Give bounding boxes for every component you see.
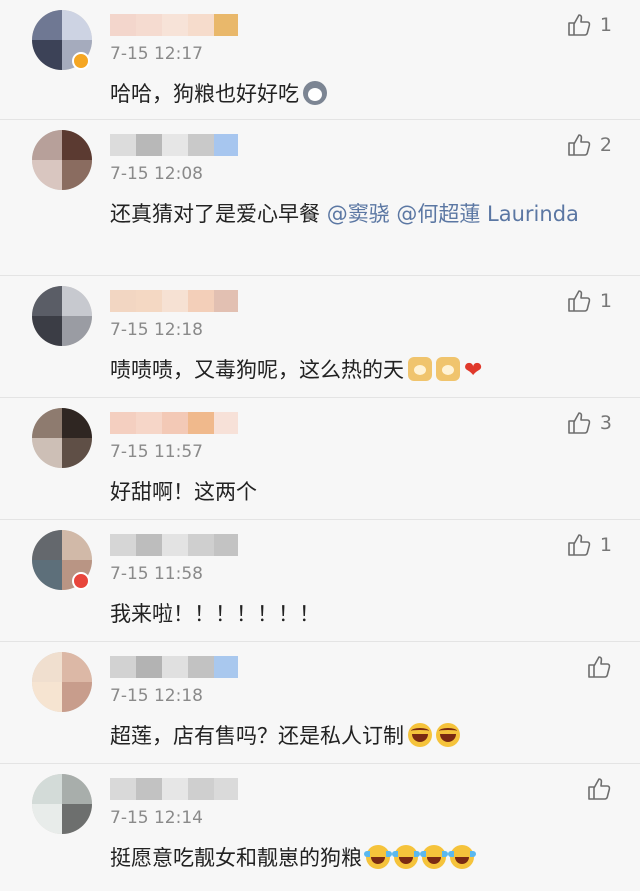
laugh-emoji	[408, 723, 432, 747]
thumbs-up-icon	[568, 534, 591, 556]
like-button[interactable]: 1	[566, 532, 612, 558]
username-blurred[interactable]	[110, 290, 238, 312]
username-blurred[interactable]	[110, 412, 238, 434]
like-button[interactable]	[586, 654, 612, 680]
thumbs-up-icon	[568, 412, 591, 434]
username-blurred[interactable]	[110, 134, 238, 156]
avatar[interactable]	[32, 408, 92, 468]
heart-emoji	[464, 353, 488, 389]
laugh-cry-emoji	[448, 845, 476, 869]
comment-text-segment: 好甜啊！这两个	[110, 480, 257, 504]
username-blurred[interactable]	[110, 534, 238, 556]
like-button[interactable]: 1	[566, 288, 612, 314]
comment-text: 我来啦！！！！！！！	[110, 596, 590, 632]
comment-text-segment: 啧啧啧，又毒狗呢，这么热的天	[110, 358, 404, 382]
thumbs-up-icon	[568, 290, 591, 312]
like-count: 1	[599, 290, 612, 312]
like-button[interactable]	[586, 776, 612, 802]
thumbs-up-icon	[568, 134, 591, 156]
user-mention-link[interactable]: @何超蓮 Laurinda	[396, 202, 579, 226]
verified-badge-icon	[72, 52, 90, 70]
comment-time: 7-15 12:08	[110, 164, 203, 184]
comment-text-segment: 超莲，店有售吗？还是私人订制	[110, 724, 404, 748]
comment-item: 7-15 11:58 我来啦！！！！！！！ 1	[0, 520, 640, 642]
comment-time: 7-15 12:18	[110, 686, 203, 706]
comment-text-segment: 我来啦！！！！！！！	[110, 602, 320, 626]
like-button[interactable]: 1	[566, 12, 612, 38]
thumbs-up-icon	[588, 656, 611, 678]
comment-text: 挺愿意吃靓女和靓崽的狗粮	[110, 840, 590, 876]
comment-item: 7-15 12:18 啧啧啧，又毒狗呢，这么热的天 1	[0, 276, 640, 398]
thumbs-up-icon	[568, 14, 591, 36]
dog-face-emoji	[303, 81, 327, 105]
comment-time: 7-15 12:14	[110, 808, 203, 828]
avatar[interactable]	[32, 774, 92, 834]
like-count: 2	[599, 134, 612, 156]
comment-time: 7-15 11:58	[110, 564, 203, 584]
avatar[interactable]	[32, 286, 92, 346]
comment-text: 超莲，店有售吗？还是私人订制	[110, 718, 590, 754]
comment-text-segment: 哈哈，狗粮也好好吃	[110, 82, 299, 106]
thumbs-up-icon	[588, 778, 611, 800]
comment-text: 好甜啊！这两个	[110, 474, 590, 510]
username-blurred[interactable]	[110, 14, 238, 36]
comment-text-segment: 还真猜对了是爱心早餐	[110, 202, 327, 226]
like-button[interactable]: 3	[566, 410, 612, 436]
laugh-cry-emoji	[392, 845, 420, 869]
like-count: 1	[599, 14, 612, 36]
comment-text-segment: 挺愿意吃靓女和靓崽的狗粮	[110, 846, 362, 870]
comment-text: 还真猜对了是爱心早餐 @窦骁 @何超蓮 Laurinda	[110, 196, 590, 232]
avatar[interactable]	[32, 130, 92, 190]
verified-badge-icon	[72, 572, 90, 590]
comment-text: 啧啧啧，又毒狗呢，这么热的天	[110, 352, 590, 389]
comment-item: 7-15 12:14 挺愿意吃靓女和靓崽的狗粮	[0, 764, 640, 891]
avatar[interactable]	[32, 652, 92, 712]
comment-time: 7-15 12:17	[110, 44, 203, 64]
comment-item: 7-15 12:17 哈哈，狗粮也好好吃 1	[0, 0, 640, 120]
like-count: 3	[599, 412, 612, 434]
comment-text: 哈哈，狗粮也好好吃	[110, 76, 590, 112]
comment-item: 7-15 12:08 还真猜对了是爱心早餐 @窦骁 @何超蓮 Laurinda 2	[0, 120, 640, 276]
laugh-cry-emoji	[420, 845, 448, 869]
like-button[interactable]: 2	[566, 132, 612, 158]
like-count: 1	[599, 534, 612, 556]
comment-time: 7-15 12:18	[110, 320, 203, 340]
comment-list: 7-15 12:17 哈哈，狗粮也好好吃 1 7-15 12:08 还真猜对了是爱心早餐…	[0, 0, 640, 891]
doge-emoji	[408, 357, 432, 381]
comment-item: 7-15 11:57 好甜啊！这两个 3	[0, 398, 640, 520]
user-mention-link[interactable]: @窦骁	[327, 202, 390, 226]
username-blurred[interactable]	[110, 656, 238, 678]
laugh-emoji	[436, 723, 460, 747]
username-blurred[interactable]	[110, 778, 238, 800]
laugh-cry-emoji	[364, 845, 392, 869]
doge-emoji	[436, 357, 460, 381]
comment-time: 7-15 11:57	[110, 442, 203, 462]
comment-item: 7-15 12:18 超莲，店有售吗？还是私人订制	[0, 642, 640, 764]
